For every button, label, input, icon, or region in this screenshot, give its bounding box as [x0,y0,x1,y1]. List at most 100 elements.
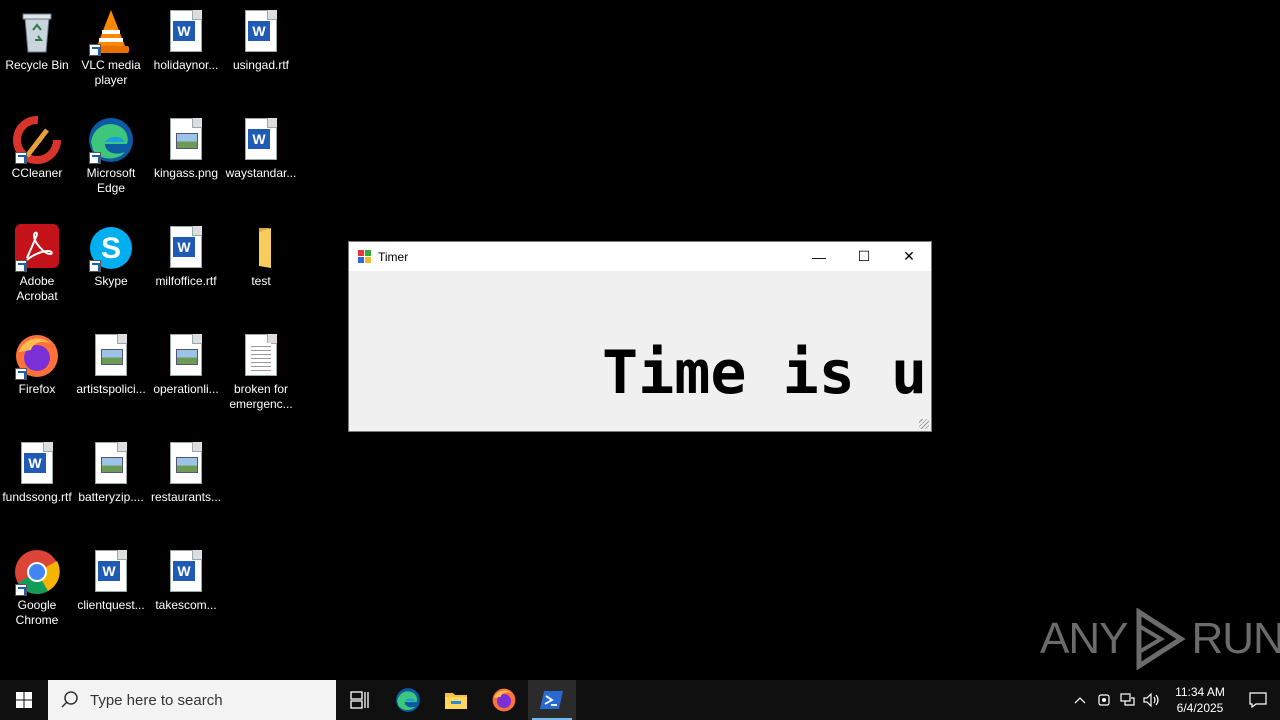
shortcut-arrow-icon [15,260,27,272]
chevron-up-icon [1074,697,1086,704]
windows-logo-icon [16,692,32,708]
firefox-icon [492,688,516,712]
desktop-icon-label: holidaynor... [153,58,219,72]
taskbar-edge-button[interactable] [384,680,432,720]
desktop-icon-label: VLC media player [81,58,141,87]
desktop-icon-ccleaner[interactable]: CCleaner [0,116,74,181]
desktop-icon-operationli[interactable]: operationli... [149,332,223,397]
task-view-icon [350,691,369,709]
search-icon [61,691,78,708]
desktop-icon-microsoft-edge[interactable]: Microsoft Edge [74,116,148,196]
acrobat-icon [13,224,61,272]
shortcut-arrow-icon [15,152,27,164]
task-view-button[interactable] [336,680,384,720]
timer-message: Time is up [602,338,931,408]
image-file-icon [162,116,210,164]
desktop-icon-label: Microsoft Edge [86,166,136,195]
desktop-icon-label: fundssong.rtf [2,490,72,504]
desktop-icon-label: test [251,274,271,288]
window-content: Time is up [349,271,931,431]
desktop-icon-clientquest[interactable]: W clientquest... [74,548,148,613]
notification-icon [1249,692,1267,708]
image-file-icon [87,332,135,380]
volume-button[interactable] [1140,680,1164,720]
desktop-icon-milfoffice[interactable]: W milfoffice.rtf [149,224,223,289]
desktop-icon-google-chrome[interactable]: Google Chrome [0,548,74,628]
desktop-icon-label: Recycle Bin [5,58,69,72]
skype-icon: S [87,224,135,272]
watermark-left-text: ANY [1040,614,1128,663]
clock-time: 11:34 AM [1175,685,1225,699]
shortcut-arrow-icon [89,260,101,272]
resize-grip-icon[interactable] [919,419,929,429]
image-file-icon [162,332,210,380]
window-titlebar[interactable]: Timer — ☐ ✕ [349,242,931,271]
desktop-icon-takescom[interactable]: W takescom... [149,548,223,613]
taskbar-powershell-button[interactable] [528,680,576,720]
desktop-icon-batteryzip[interactable]: batteryzip.... [74,440,148,505]
shortcut-arrow-icon [15,584,27,596]
show-hidden-icons-button[interactable] [1068,680,1092,720]
maximize-button[interactable]: ☐ [841,242,887,271]
folder-icon [237,224,285,272]
desktop-icon-fundssong[interactable]: W fundssong.rtf [0,440,74,505]
desktop-icon-label: Adobe Acrobat [16,274,58,303]
network-button[interactable] [1116,680,1140,720]
minimize-button[interactable]: — [796,242,842,271]
window-title: Timer [378,249,409,264]
taskbar-file-explorer-button[interactable] [432,680,480,720]
close-button[interactable]: ✕ [886,242,932,271]
taskbar-clock[interactable]: 11:34 AM 6/4/2025 [1170,684,1230,716]
desktop-icon-adobe-acrobat[interactable]: Adobe Acrobat [0,224,74,304]
taskbar-firefox-button[interactable] [480,680,528,720]
desktop-icon-vlc[interactable]: VLC media player [74,8,148,88]
network-icon [1120,693,1135,706]
desktop-icon-label: batteryzip.... [78,490,144,504]
edge-icon [396,688,420,712]
ccleaner-icon [13,116,61,164]
timer-app-icon [358,249,372,264]
desktop-icon-label: takescom... [155,598,217,612]
desktop-icon-holidaynor[interactable]: W holidaynor... [149,8,223,73]
word-doc-icon: W [13,440,61,488]
word-doc-icon: W [87,548,135,596]
word-doc-icon: W [162,8,210,56]
desktop-icon-label: usingad.rtf [232,58,290,72]
desktop-icon-kingass[interactable]: kingass.png [149,116,223,181]
system-tray: 11:34 AM 6/4/2025 [1068,680,1280,720]
desktop-icon-broken-for-emergenc[interactable]: broken for emergenc... [224,332,298,412]
desktop-icon-artistspolici[interactable]: artistspolici... [74,332,148,397]
svg-text:S: S [101,232,121,265]
firefox-icon [13,332,61,380]
desktop-icon-label: clientquest... [77,598,145,612]
word-doc-icon: W [162,548,210,596]
desktop-icon-firefox[interactable]: Firefox [0,332,74,397]
desktop-icon-label: waystandar... [225,166,297,180]
desktop-icon-label: broken for emergenc... [229,382,293,411]
desktop-icon-restaurants[interactable]: restaurants... [149,440,223,505]
chrome-icon [13,548,61,596]
taskbar-search-box[interactable]: Type here to search [48,680,336,720]
meet-now-button[interactable] [1092,680,1116,720]
desktop-icon-label: artistspolici... [76,382,146,396]
word-doc-icon: W [237,8,285,56]
image-file-icon [87,440,135,488]
desktop-icon-skype[interactable]: S Skype [74,224,148,289]
desktop-icon-recycle-bin[interactable]: Recycle Bin [0,8,74,73]
file-explorer-icon [445,693,467,709]
desktop-icon-waystandar[interactable]: W waystandar... [224,116,298,181]
word-doc-icon: W [162,224,210,272]
vlc-icon [87,8,135,56]
desktop-icon-label: operationli... [153,382,219,396]
desktop-icon-usingad[interactable]: W usingad.rtf [224,8,298,73]
clock-date: 6/4/2025 [1176,701,1224,715]
action-center-button[interactable] [1236,680,1280,720]
desktop-icon-label: restaurants... [150,490,222,504]
desktop-icon-test-folder[interactable]: test [224,224,298,289]
timer-window[interactable]: Timer — ☐ ✕ Time is up [348,241,932,432]
anyrun-watermark: ANY RUN [1040,608,1280,670]
word-doc-icon: W [237,116,285,164]
start-button[interactable] [0,680,48,720]
recycle-bin-icon [13,8,61,56]
search-placeholder: Type here to search [90,691,223,709]
